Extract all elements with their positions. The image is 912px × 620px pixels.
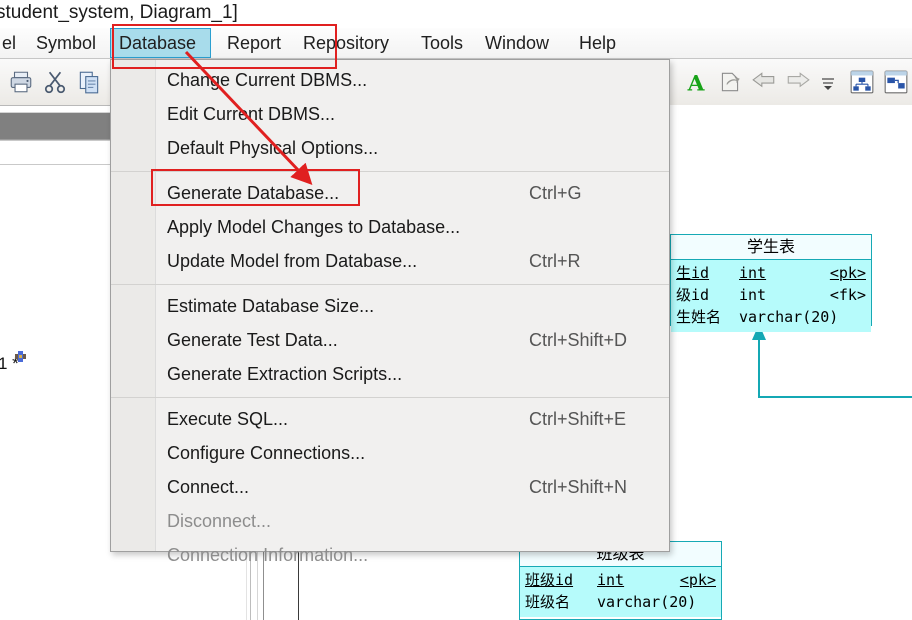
menu-item-label: Generate Extraction Scripts... (167, 364, 403, 384)
font-format-icon[interactable]: A (683, 69, 709, 95)
menu-item-label: Apply Model Changes to Database... (167, 217, 461, 237)
toolbar-left (0, 59, 110, 106)
table-row: 生id int <pk> (671, 262, 871, 284)
copy-icon[interactable] (76, 69, 102, 95)
browser-tree-area[interactable]: 1 * (0, 166, 110, 568)
diagram-tree-icon[interactable] (849, 69, 875, 95)
browser-toolbar-strip (0, 142, 110, 165)
menu-item-estimate-database-size[interactable]: Estimate Database Size... (155, 290, 670, 323)
page-arrow-icon[interactable] (717, 69, 743, 95)
column-name: 班级名 (525, 593, 571, 611)
table-row: 生姓名 varchar(20) (671, 306, 871, 328)
menu-item-label: Configure Connections... (167, 443, 366, 463)
column-name: 生姓名 (676, 308, 722, 326)
column-type: int (597, 571, 625, 589)
redo-arrow-icon[interactable] (785, 69, 811, 95)
column-type: int (739, 264, 767, 282)
menu-item-label: Execute SQL... (167, 409, 289, 429)
menu-item-connection-information: Connection Information... (155, 539, 670, 572)
menu-item-shortcut: Ctrl+Shift+D (529, 330, 628, 350)
diagram-model-icon[interactable] (883, 69, 909, 95)
student-entity-title: 学生表 (671, 235, 871, 260)
print-icon[interactable] (8, 69, 34, 95)
annotation-box-database-menu (112, 24, 337, 69)
menu-separator (111, 284, 669, 285)
tree-node-icon (15, 351, 26, 362)
column-name: 班级id (525, 571, 574, 589)
menu-item-label: Estimate Database Size... (167, 296, 375, 316)
menu-item-label: Disconnect... (167, 511, 272, 531)
column-key: <pk> (679, 571, 716, 589)
menu-item-default-physical-options[interactable]: Default Physical Options... (155, 132, 670, 165)
browser-panel-header (0, 112, 110, 140)
menu-item-update-model-from-database[interactable]: Update Model from Database... Ctrl+R (155, 245, 670, 278)
menu-symbol[interactable]: Symbol (28, 28, 106, 58)
menu-item-label: Edit Current DBMS... (167, 104, 336, 124)
table-row: 班级id int <pk> (520, 569, 721, 591)
student-entity[interactable]: 学生表 生id int <pk> 级id int <fk> 生姓名 varcha… (670, 234, 872, 332)
table-row: 班级名 varchar(20) (520, 591, 721, 613)
menu-item-generate-extraction-scripts[interactable]: Generate Extraction Scripts... (155, 358, 670, 391)
menu-item-generate-test-data[interactable]: Generate Test Data... Ctrl+Shift+D (155, 324, 670, 357)
menu-item-label: Update Model from Database... (167, 251, 418, 271)
student-entity-columns: 生id int <pk> 级id int <fk> 生姓名 varchar(20… (671, 260, 871, 332)
menu-window[interactable]: Window (477, 28, 567, 58)
menu-item-shortcut: Ctrl+G (529, 183, 582, 203)
annotation-box-generate-database (151, 169, 360, 206)
menu-item-apply-model-changes-to-database[interactable]: Apply Model Changes to Database... (155, 211, 670, 244)
relationship-line-vertical (758, 332, 760, 398)
column-type: varchar(20) (597, 593, 697, 611)
menu-item-edit-current-dbms[interactable]: Edit Current DBMS... (155, 98, 670, 131)
menu-item-label: Connect... (167, 477, 250, 497)
column-type: varchar(20) (739, 308, 839, 326)
menu-tools[interactable]: Tools (413, 28, 473, 58)
column-key: <fk> (829, 286, 866, 304)
svg-text:A: A (687, 72, 706, 95)
menu-icon-gutter (111, 60, 156, 551)
toolbar-right: A (669, 59, 912, 106)
column-type: int (739, 286, 767, 304)
menu-item-label: Default Physical Options... (167, 138, 379, 158)
table-row: 级id int <fk> (671, 284, 871, 306)
undo-arrow-icon[interactable] (751, 69, 777, 95)
menu-item-label: Connection Information... (167, 545, 369, 565)
column-name: 生id (676, 264, 710, 282)
menu-el[interactable]: el (0, 28, 28, 58)
column-key: <pk> (829, 264, 866, 282)
menu-help[interactable]: Help (571, 28, 625, 58)
menu-item-label: Generate Test Data... (167, 330, 338, 350)
menu-item-execute-sql[interactable]: Execute SQL... Ctrl+Shift+E (155, 403, 670, 436)
menu-item-shortcut: Ctrl+R (529, 251, 581, 271)
class-entity-columns: 班级id int <pk> 班级名 varchar(20) (520, 567, 721, 617)
database-dropdown-menu[interactable]: Change Current DBMS... Edit Current DBMS.… (110, 59, 670, 565)
menu-item-connect[interactable]: Connect... Ctrl+Shift+N (155, 471, 670, 504)
column-name: 级id (676, 286, 710, 304)
menu-item-configure-connections[interactable]: Configure Connections... (155, 437, 670, 470)
cut-scissors-icon[interactable] (42, 69, 68, 95)
menu-item-shortcut: Ctrl+Shift+E (529, 409, 627, 429)
panel-divider (0, 140, 110, 141)
toolbar-overflow-icon[interactable] (819, 69, 837, 95)
window-title: student_system, Diagram_1] (0, 2, 238, 23)
menu-item-shortcut: Ctrl+Shift+N (529, 477, 628, 497)
menu-separator (111, 397, 669, 398)
menu-item-disconnect: Disconnect... (155, 505, 670, 538)
relationship-line-horizontal (758, 396, 912, 398)
